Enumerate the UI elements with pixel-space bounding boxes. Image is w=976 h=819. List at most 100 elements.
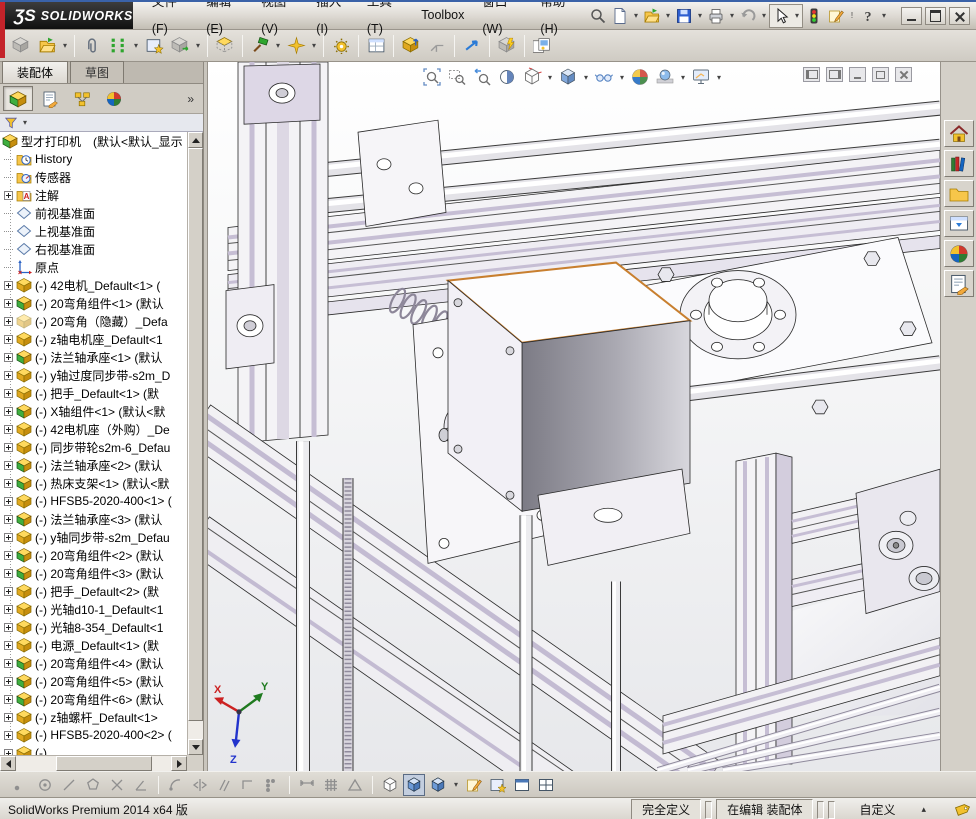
tree-item[interactable]: 原点: [0, 258, 187, 276]
tree-item[interactable]: (-) 把手_Default<2> (默: [0, 582, 187, 600]
hide-show-items-button[interactable]: [592, 65, 616, 89]
rebuild-traffic-light-button[interactable]: [803, 5, 825, 27]
sketch-grid-button[interactable]: [320, 774, 342, 796]
expand-toggle[interactable]: [4, 568, 13, 578]
tab-display-manager[interactable]: [99, 86, 129, 111]
edit-appearance-button[interactable]: [628, 65, 652, 89]
appearances-scenes-tab[interactable]: [943, 240, 974, 267]
expand-toggle[interactable]: [4, 532, 13, 542]
tree-item[interactable]: (-) 法兰轴承座<1> (默认: [0, 348, 187, 366]
tree-item[interactable]: (-) 20弯角组件<5> (默认: [0, 672, 187, 690]
tab-sketch[interactable]: 草图: [70, 61, 125, 83]
expand-toggle[interactable]: [4, 280, 13, 290]
open-part-button[interactable]: [34, 33, 60, 59]
display-style-dropdown[interactable]: ▾: [581, 66, 591, 88]
search-icon[interactable]: [587, 5, 609, 27]
tab-property-manager[interactable]: [35, 86, 65, 111]
expand-toggle[interactable]: [4, 298, 13, 308]
view-settings-dropdown[interactable]: ▾: [714, 66, 724, 88]
undo-dropdown[interactable]: ▾: [759, 5, 769, 27]
minimize-document-button[interactable]: [849, 67, 866, 82]
tab-featuremanager-tree[interactable]: [3, 86, 33, 111]
tree-item[interactable]: (-) 同步带轮s2m-6_Defau: [0, 438, 187, 456]
scroll-left-button[interactable]: [0, 756, 16, 771]
select-dropdown[interactable]: ▾: [792, 5, 802, 27]
expand-toggle[interactable]: [4, 712, 13, 722]
minimize-button[interactable]: [901, 6, 922, 25]
help-button[interactable]: [857, 5, 879, 27]
close-button[interactable]: [949, 6, 970, 25]
file-explorer-tab[interactable]: [943, 180, 974, 207]
menu-window[interactable]: 窗口(W): [473, 2, 531, 43]
tree-item[interactable]: (-) 把手_Default<1> (默: [0, 384, 187, 402]
expand-toggle[interactable]: [4, 424, 13, 434]
close-document-button[interactable]: [895, 67, 912, 82]
smart-dimension-button[interactable]: [296, 774, 318, 796]
sketch-offset-button[interactable]: [213, 774, 235, 796]
expand-toggle[interactable]: [4, 496, 13, 506]
menu-insert[interactable]: 插入(I): [307, 2, 358, 43]
apply-scene-dropdown[interactable]: ▾: [678, 66, 688, 88]
print-dropdown[interactable]: ▾: [727, 5, 737, 27]
angle-dimension-button[interactable]: [344, 774, 366, 796]
tree-item[interactable]: (-) y轴过度同步带-s2m_D: [0, 366, 187, 384]
tree-item[interactable]: 前视基准面: [0, 204, 187, 222]
display-mode-dropdown[interactable]: ▾: [451, 774, 461, 796]
tree-item[interactable]: (-) 20弯角组件<6> (默认: [0, 690, 187, 708]
tree-item[interactable]: (-) 法兰轴承座<3> (默认: [0, 510, 187, 528]
filter-funnel-icon[interactable]: [4, 116, 18, 130]
tree-item[interactable]: 右视基准面: [0, 240, 187, 258]
tree-item[interactable]: 传感器: [0, 168, 187, 186]
split-window-button[interactable]: [535, 774, 557, 796]
tree-item[interactable]: (-) 光轴8-354_Default<1: [0, 618, 187, 636]
tree-item[interactable]: (-) 20弯角组件<3> (默认: [0, 564, 187, 582]
tree-item[interactable]: (-) 42电机座（外购）_De: [0, 420, 187, 438]
tree-item[interactable]: (-) z轴螺杆_Default<1>: [0, 708, 187, 726]
solidworks-resources-tab[interactable]: [943, 120, 974, 147]
design-library-tab[interactable]: [943, 150, 974, 177]
help-dropdown[interactable]: ▾: [879, 5, 889, 27]
menu-toolbox[interactable]: Toolbox: [412, 2, 473, 29]
tab-assembly[interactable]: 装配体: [2, 61, 69, 83]
hide-show-dropdown[interactable]: ▾: [617, 66, 627, 88]
sketch-line-button[interactable]: [58, 774, 80, 796]
expand-toggle[interactable]: [4, 658, 13, 668]
view-orientation-dropdown[interactable]: ▾: [545, 66, 555, 88]
expand-toggle[interactable]: [4, 730, 13, 740]
view-palette-tab[interactable]: [943, 210, 974, 237]
shaded-display-button[interactable]: [427, 774, 449, 796]
tree-item[interactable]: (-) HFSB5-2020-400<2> (: [0, 726, 187, 744]
explode-line-sketch-button[interactable]: [424, 33, 450, 59]
mate-button[interactable]: [79, 33, 105, 59]
tree-item[interactable]: (-): [0, 744, 187, 755]
section-view-button[interactable]: [495, 65, 519, 89]
expand-toggle[interactable]: [4, 334, 13, 344]
new-document-dropdown[interactable]: ▾: [631, 5, 641, 27]
tags-button[interactable]: [950, 801, 972, 818]
select-cursor-button[interactable]: [770, 5, 792, 27]
expand-toggle[interactable]: [4, 514, 13, 524]
tree-horizontal-scrollbar[interactable]: [0, 755, 187, 771]
tree-item[interactable]: 上视基准面: [0, 222, 187, 240]
pane-left-button[interactable]: [803, 67, 820, 82]
sketch-polygon-button[interactable]: [82, 774, 104, 796]
tree-item[interactable]: (-) y轴同步带-s2m_Defau: [0, 528, 187, 546]
expand-toggle[interactable]: [4, 190, 13, 200]
save-button[interactable]: [673, 5, 695, 27]
shaded-with-edges-display-button[interactable]: [403, 773, 425, 796]
tree-item[interactable]: (-) 20弯角（隐藏）_Defa: [0, 312, 187, 330]
menu-help[interactable]: 帮助(H): [531, 2, 587, 43]
open-button[interactable]: [641, 5, 663, 27]
scroll-up-button[interactable]: [188, 132, 203, 148]
graphics-area[interactable]: X Y Z ▾ ▾ ▾ ▾ ▾: [208, 62, 940, 771]
sketch-circle-button[interactable]: [34, 774, 56, 796]
sketch-mirror-button[interactable]: [189, 774, 211, 796]
sketch-arc-button[interactable]: [165, 774, 187, 796]
zoom-to-area-button[interactable]: [445, 65, 469, 89]
expand-toggle[interactable]: [4, 388, 13, 398]
expand-toggle[interactable]: [4, 676, 13, 686]
tree-item[interactable]: (-) 电源_Default<1> (默: [0, 636, 187, 654]
display-style-button[interactable]: [556, 65, 580, 89]
tree-item[interactable]: History: [0, 150, 187, 168]
expand-toggle[interactable]: [4, 586, 13, 596]
